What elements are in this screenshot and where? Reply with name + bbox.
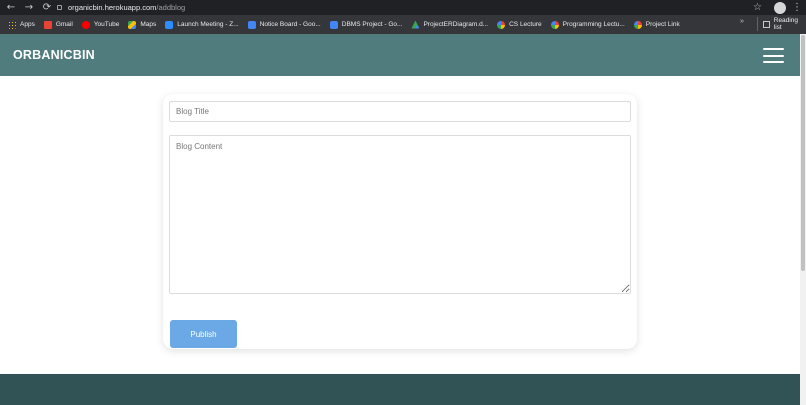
bookmark-star-icon[interactable]: ☆: [753, 1, 762, 14]
brand-logo-text[interactable]: ORBANICBIN: [13, 34, 95, 76]
bookmark-project-er-diagram[interactable]: ProjectERDiagram.d...: [411, 20, 489, 29]
site-footer: [0, 374, 800, 405]
bookmark-label: Project Link: [645, 21, 680, 28]
blog-content-textarea[interactable]: [169, 135, 631, 294]
youtube-icon: [81, 20, 90, 29]
bookmark-programming-lecture[interactable]: Programming Lectu...: [550, 20, 625, 29]
bookmark-project-link[interactable]: Project Link: [633, 20, 680, 29]
url-path: /addblog: [156, 3, 186, 12]
hamburger-menu-icon[interactable]: [763, 48, 784, 63]
publish-button[interactable]: Publish: [170, 320, 237, 348]
url-host: organicbin.herokuapp.com: [68, 3, 157, 12]
reading-list-button[interactable]: Reading list: [757, 17, 806, 31]
back-icon[interactable]: ←: [2, 0, 20, 15]
bookmarks-bar: Apps Gmail YouTube Maps Launch Meeting -…: [0, 15, 806, 34]
google-classroom-icon: [497, 20, 506, 29]
bookmark-launch-meeting[interactable]: Launch Meeting - Z...: [165, 20, 239, 29]
google-classroom-icon: [550, 20, 559, 29]
bookmark-label: Maps: [140, 21, 157, 28]
site-header: ORBANICBIN: [0, 34, 800, 76]
google-classroom-icon: [633, 20, 642, 29]
address-bar[interactable]: organicbin.herokuapp.com/addblog: [57, 1, 185, 14]
google-doc-icon: [329, 20, 338, 29]
bookmark-notice-board[interactable]: Notice Board - Goo...: [247, 20, 321, 29]
bookmark-label: CS Lecture: [509, 21, 542, 28]
google-doc-icon: [247, 20, 256, 29]
more-bookmarks-icon[interactable]: »: [740, 18, 744, 25]
google-drive-icon: [411, 20, 420, 29]
maps-icon: [128, 20, 137, 29]
bookmark-label: Apps: [20, 21, 35, 28]
forward-icon[interactable]: →: [20, 0, 38, 15]
bookmark-label: YouTube: [93, 21, 120, 28]
browser-toolbar: ← → ⟳ organicbin.herokuapp.com/addblog ☆…: [0, 0, 806, 15]
bookmark-label: Launch Meeting - Z...: [177, 21, 239, 28]
bookmark-label: Notice Board - Goo...: [259, 21, 321, 28]
blog-title-input[interactable]: [169, 101, 631, 122]
reload-icon[interactable]: ⟳: [38, 0, 56, 15]
bookmark-label: Programming Lectu...: [562, 21, 625, 28]
bookmark-youtube[interactable]: YouTube: [81, 20, 120, 29]
profile-avatar[interactable]: [774, 2, 786, 14]
bookmark-label: ProjectERDiagram.d...: [423, 21, 489, 28]
bookmark-cs-lecture[interactable]: CS Lecture: [497, 20, 542, 29]
bookmark-dbms-project[interactable]: DBMS Project - Go...: [329, 20, 403, 29]
browser-menu-icon[interactable]: ⋮: [792, 1, 802, 14]
reading-list-label: Reading list: [773, 17, 798, 31]
scrollbar-thumb[interactable]: [801, 35, 805, 271]
gmail-icon: [43, 20, 52, 29]
bookmark-label: Gmail: [55, 21, 73, 28]
reading-list-icon: [763, 20, 770, 28]
bookmark-maps[interactable]: Maps: [128, 20, 157, 29]
bookmark-label: DBMS Project - Go...: [341, 21, 403, 28]
apps-grid-icon: [8, 20, 16, 29]
lock-icon: [57, 5, 62, 10]
bookmark-apps[interactable]: Apps: [8, 20, 35, 29]
bookmark-gmail[interactable]: Gmail: [43, 20, 73, 29]
zoom-icon: [165, 20, 174, 29]
